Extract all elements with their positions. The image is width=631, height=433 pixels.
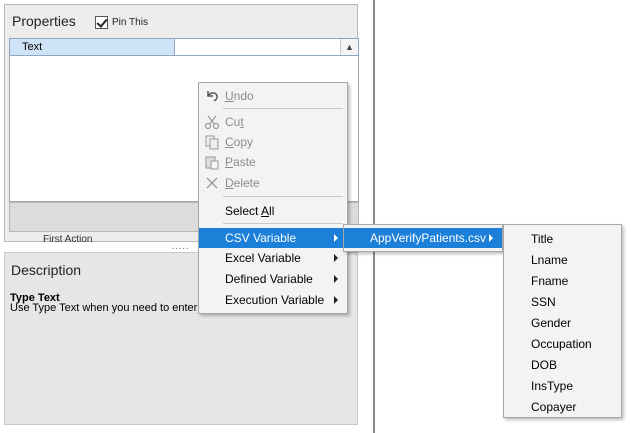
menu-item-cut[interactable]: Cut <box>199 112 347 132</box>
undo-key: U <box>225 89 234 103</box>
field-item[interactable]: Fname <box>504 271 621 291</box>
field-item[interactable]: DOB <box>504 355 621 375</box>
defined-variable-label: Defined Variable <box>225 272 313 286</box>
properties-title: Properties <box>12 13 76 29</box>
execution-variable-label: Execution Variable <box>225 293 325 307</box>
excel-variable-label: Excel Variable <box>225 251 301 265</box>
submenu-arrow-icon <box>334 296 338 304</box>
paste-post: aste <box>233 155 256 169</box>
paste-key: P <box>225 155 234 169</box>
submenu-arrow-icon <box>334 275 338 283</box>
menu-item-excel-variable[interactable]: Excel Variable <box>199 248 347 268</box>
property-row-value[interactable] <box>176 39 336 55</box>
csv-variable-label: CSV Variable <box>225 231 297 245</box>
select-all-post: ll <box>269 204 275 218</box>
menu-item-csv-file[interactable]: AppVerifyPatients.csv <box>344 228 502 248</box>
properties-header: Properties Pin This <box>5 5 357 37</box>
property-row-text[interactable]: Text ▲ <box>9 38 359 56</box>
copy-key: C <box>225 135 234 149</box>
pin-this-label[interactable]: Pin This <box>112 17 148 28</box>
property-row-label: Text <box>10 39 175 55</box>
menu-item-paste[interactable]: Paste <box>199 152 347 172</box>
menu-item-execution-variable[interactable]: Execution Variable <box>199 290 347 310</box>
menu-item-defined-variable[interactable]: Defined Variable <box>199 269 347 289</box>
undo-icon <box>207 91 218 102</box>
copy-post: opy <box>233 135 254 149</box>
pin-this-checkbox[interactable] <box>95 16 108 29</box>
menu-item-copy[interactable]: Copy <box>199 132 347 152</box>
menu-item-undo[interactable]: Undo <box>199 86 347 106</box>
scissors-icon <box>204 115 220 130</box>
field-item[interactable]: Occupation <box>504 334 621 354</box>
submenu-arrow-icon <box>334 234 338 242</box>
context-menu: Undo Cut Copy Paste Delete Select All CS… <box>198 82 348 314</box>
field-item[interactable]: Lname <box>504 250 621 270</box>
copy-icon <box>205 135 219 150</box>
csv-file-label: AppVerifyPatients.csv <box>370 231 487 245</box>
menu-item-select-all[interactable]: Select All <box>199 201 347 221</box>
select-all-key: A <box>261 204 270 218</box>
menu-separator <box>223 196 343 197</box>
field-item[interactable]: Title <box>504 229 621 249</box>
description-text: Use Type Text when you need to enter a <box>10 302 207 314</box>
delete-key: D <box>225 176 234 190</box>
field-item[interactable]: Gender <box>504 313 621 333</box>
vertical-divider[interactable] <box>373 0 375 433</box>
field-item[interactable]: Copayer <box>504 397 621 417</box>
cut-key: t <box>240 115 244 129</box>
cut-pre: Cu <box>225 115 241 129</box>
select-all-pre: Select <box>225 204 262 218</box>
field-item[interactable]: InsType <box>504 376 621 396</box>
menu-separator <box>223 223 343 224</box>
scroll-up-icon[interactable]: ▲ <box>340 39 358 55</box>
undo-post: ndo <box>233 89 254 103</box>
submenu-arrow-icon <box>334 254 338 262</box>
splitter-handle[interactable]: ..... <box>172 242 190 251</box>
paste-icon <box>205 156 219 170</box>
menu-item-delete[interactable]: Delete <box>199 173 347 193</box>
field-item[interactable]: SSN <box>504 292 621 312</box>
delete-post: elete <box>233 176 260 190</box>
description-title: Description <box>11 262 82 278</box>
menu-item-csv-variable[interactable]: CSV Variable <box>199 228 347 248</box>
delete-icon <box>206 177 218 189</box>
submenu-arrow-icon <box>489 234 493 242</box>
csv-fields-submenu: Title Lname Fname SSN Gender Occupation … <box>503 224 622 418</box>
first-action-row[interactable]: First Action <box>43 233 92 243</box>
csv-submenu: AppVerifyPatients.csv <box>343 224 503 252</box>
menu-separator <box>223 108 343 109</box>
